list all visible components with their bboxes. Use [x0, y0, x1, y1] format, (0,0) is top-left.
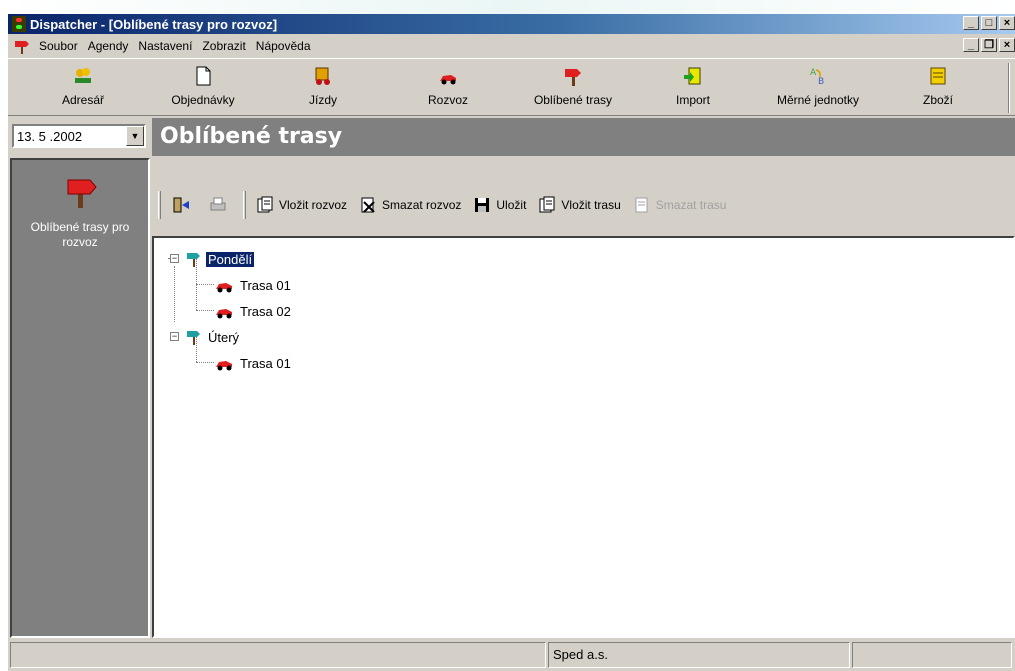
insert-delivery-button[interactable]: Vložit rozvoz — [250, 192, 353, 218]
signpost-icon — [67, 179, 97, 208]
tree-node-route[interactable]: Trasa 02 — [214, 302, 291, 320]
collapse-toggle[interactable]: − — [170, 332, 179, 341]
route-tree[interactable]: − Pondělí Trasa 01 Trasa 02 − Úterý Tras… — [152, 236, 1015, 638]
tree-node-route[interactable]: Trasa 01 — [214, 354, 291, 372]
tree-node-label: Trasa 01 — [240, 277, 291, 293]
side-item-label: Oblíbené trasy pro rozvoz — [30, 220, 130, 249]
tree-connector — [174, 266, 175, 322]
mdi-controls: _ ❐ × — [963, 38, 1015, 52]
printer-icon — [210, 197, 226, 211]
tree-connector — [196, 362, 214, 363]
app-window: Dispatcher - [Oblíbené trasy pro rozvoz]… — [8, 14, 1015, 671]
car-icon — [216, 361, 232, 371]
goods-icon — [930, 67, 946, 85]
tree-node-day[interactable]: Pondělí — [184, 250, 256, 268]
paste-icon — [257, 196, 273, 213]
menu-napoveda[interactable]: Nápověda — [251, 39, 316, 53]
car-icon — [216, 283, 232, 293]
signpost-icon — [15, 41, 29, 54]
paste-icon — [539, 196, 555, 213]
svg-text:B: B — [818, 77, 824, 87]
window-controls: _ □ × — [963, 16, 1015, 30]
car-icon — [440, 75, 456, 85]
save-button[interactable]: Uložit — [467, 192, 532, 218]
background-strip — [0, 0, 1015, 14]
menu-nastaveni[interactable]: Nastavení — [133, 39, 197, 53]
status-pane-3 — [852, 642, 1012, 668]
menu-soubor[interactable]: Soubor — [34, 39, 83, 53]
collapse-toggle[interactable]: − — [170, 254, 179, 263]
tree-node-label: Úterý — [208, 329, 240, 345]
delete-route-button[interactable]: Smazat trasu — [627, 192, 733, 218]
insert-route-button[interactable]: Vložit trasu — [532, 192, 626, 218]
dropdown-arrow-icon[interactable]: ▼ — [126, 126, 144, 146]
page-title-bar: Oblíbené trasy — [152, 118, 1015, 156]
mdi-restore-button[interactable]: ❐ — [981, 38, 997, 52]
mdi-minimize-button[interactable]: _ — [963, 38, 979, 52]
maximize-button[interactable]: □ — [981, 16, 997, 30]
car-icon — [216, 309, 232, 319]
date-picker[interactable]: ▼ — [12, 124, 146, 148]
main-toolbar: Adresář Objednávky Jízdy Rozvoz Oblíbené… — [8, 58, 1015, 116]
toolbar-rozvoz-button[interactable]: Rozvoz — [418, 61, 478, 113]
agenda-side-panel: Oblíbené trasy pro rozvoz — [10, 158, 150, 638]
delete-route-icon — [635, 197, 648, 213]
tree-connector — [196, 284, 214, 285]
date-input[interactable] — [14, 127, 114, 145]
signpost-icon — [565, 69, 581, 86]
document-icon — [196, 66, 211, 86]
toolbar-import-button[interactable]: Import — [663, 61, 723, 113]
svg-text:A: A — [810, 68, 817, 78]
toolbar-merne-jednotky-button[interactable]: A B Měrné jednotky — [753, 61, 883, 113]
tree-node-label: Trasa 01 — [240, 355, 291, 371]
toolbar-separator — [243, 191, 246, 219]
mdi-close-button[interactable]: × — [999, 38, 1015, 52]
tree-node-route[interactable]: Trasa 01 — [214, 276, 291, 294]
toolbar-separator — [1008, 63, 1010, 113]
truck-icon — [315, 67, 330, 85]
toolbar-objednavky-button[interactable]: Objednávky — [158, 61, 248, 113]
toolbar-grip — [158, 191, 161, 219]
tree-node-day[interactable]: Úterý — [184, 328, 239, 346]
delete-delivery-button[interactable]: Smazat rozvoz — [353, 192, 467, 218]
tree-node-label: Pondělí — [204, 250, 256, 268]
signpost-icon — [187, 331, 200, 345]
print-button[interactable] — [202, 192, 239, 218]
units-icon: A B — [810, 68, 824, 87]
close-button[interactable]: × — [999, 16, 1015, 30]
toolbar-jizdy-button[interactable]: Jízdy — [293, 61, 353, 113]
signpost-icon — [187, 253, 200, 267]
title-bar[interactable]: Dispatcher - [Oblíbené trasy pro rozvoz]… — [8, 14, 1015, 34]
menu-bar: Soubor Agendy Nastavení Zobrazit Nápověd… — [8, 35, 1015, 57]
exit-button[interactable] — [165, 192, 202, 218]
status-bar: Sped a.s. — [8, 640, 1015, 671]
import-icon — [684, 67, 701, 85]
window-title: Dispatcher - [Oblíbené trasy pro rozvoz] — [30, 16, 278, 32]
toolbar-adresar-button[interactable]: Adresář — [48, 61, 118, 113]
status-pane-1 — [10, 642, 546, 668]
tree-connector — [196, 310, 214, 311]
traffic-light-icon — [12, 16, 26, 32]
address-book-icon — [75, 68, 91, 83]
toolbar-zbozi-button[interactable]: Zboží — [908, 61, 968, 113]
page-title: Oblíbené trasy — [160, 124, 343, 149]
menu-agendy[interactable]: Agendy — [83, 39, 134, 53]
minimize-button[interactable]: _ — [963, 16, 979, 30]
side-item-oblibene-trasy[interactable]: Oblíbené trasy pro rozvoz — [12, 168, 148, 250]
delete-icon — [361, 197, 375, 213]
exit-icon — [173, 197, 189, 213]
menu-zobrazit[interactable]: Zobrazit — [197, 39, 250, 53]
tree-node-label: Trasa 02 — [240, 303, 291, 319]
toolbar-oblibene-trasy-button[interactable]: Oblíbené trasy — [513, 61, 633, 113]
header-band: ▼ Oblíbené trasy — [8, 118, 1015, 156]
floppy-disk-icon — [475, 198, 490, 212]
route-toolbar: Vložit rozvoz Smazat rozvoz Uložit Vloži… — [154, 188, 994, 222]
status-company: Sped a.s. — [548, 642, 850, 668]
